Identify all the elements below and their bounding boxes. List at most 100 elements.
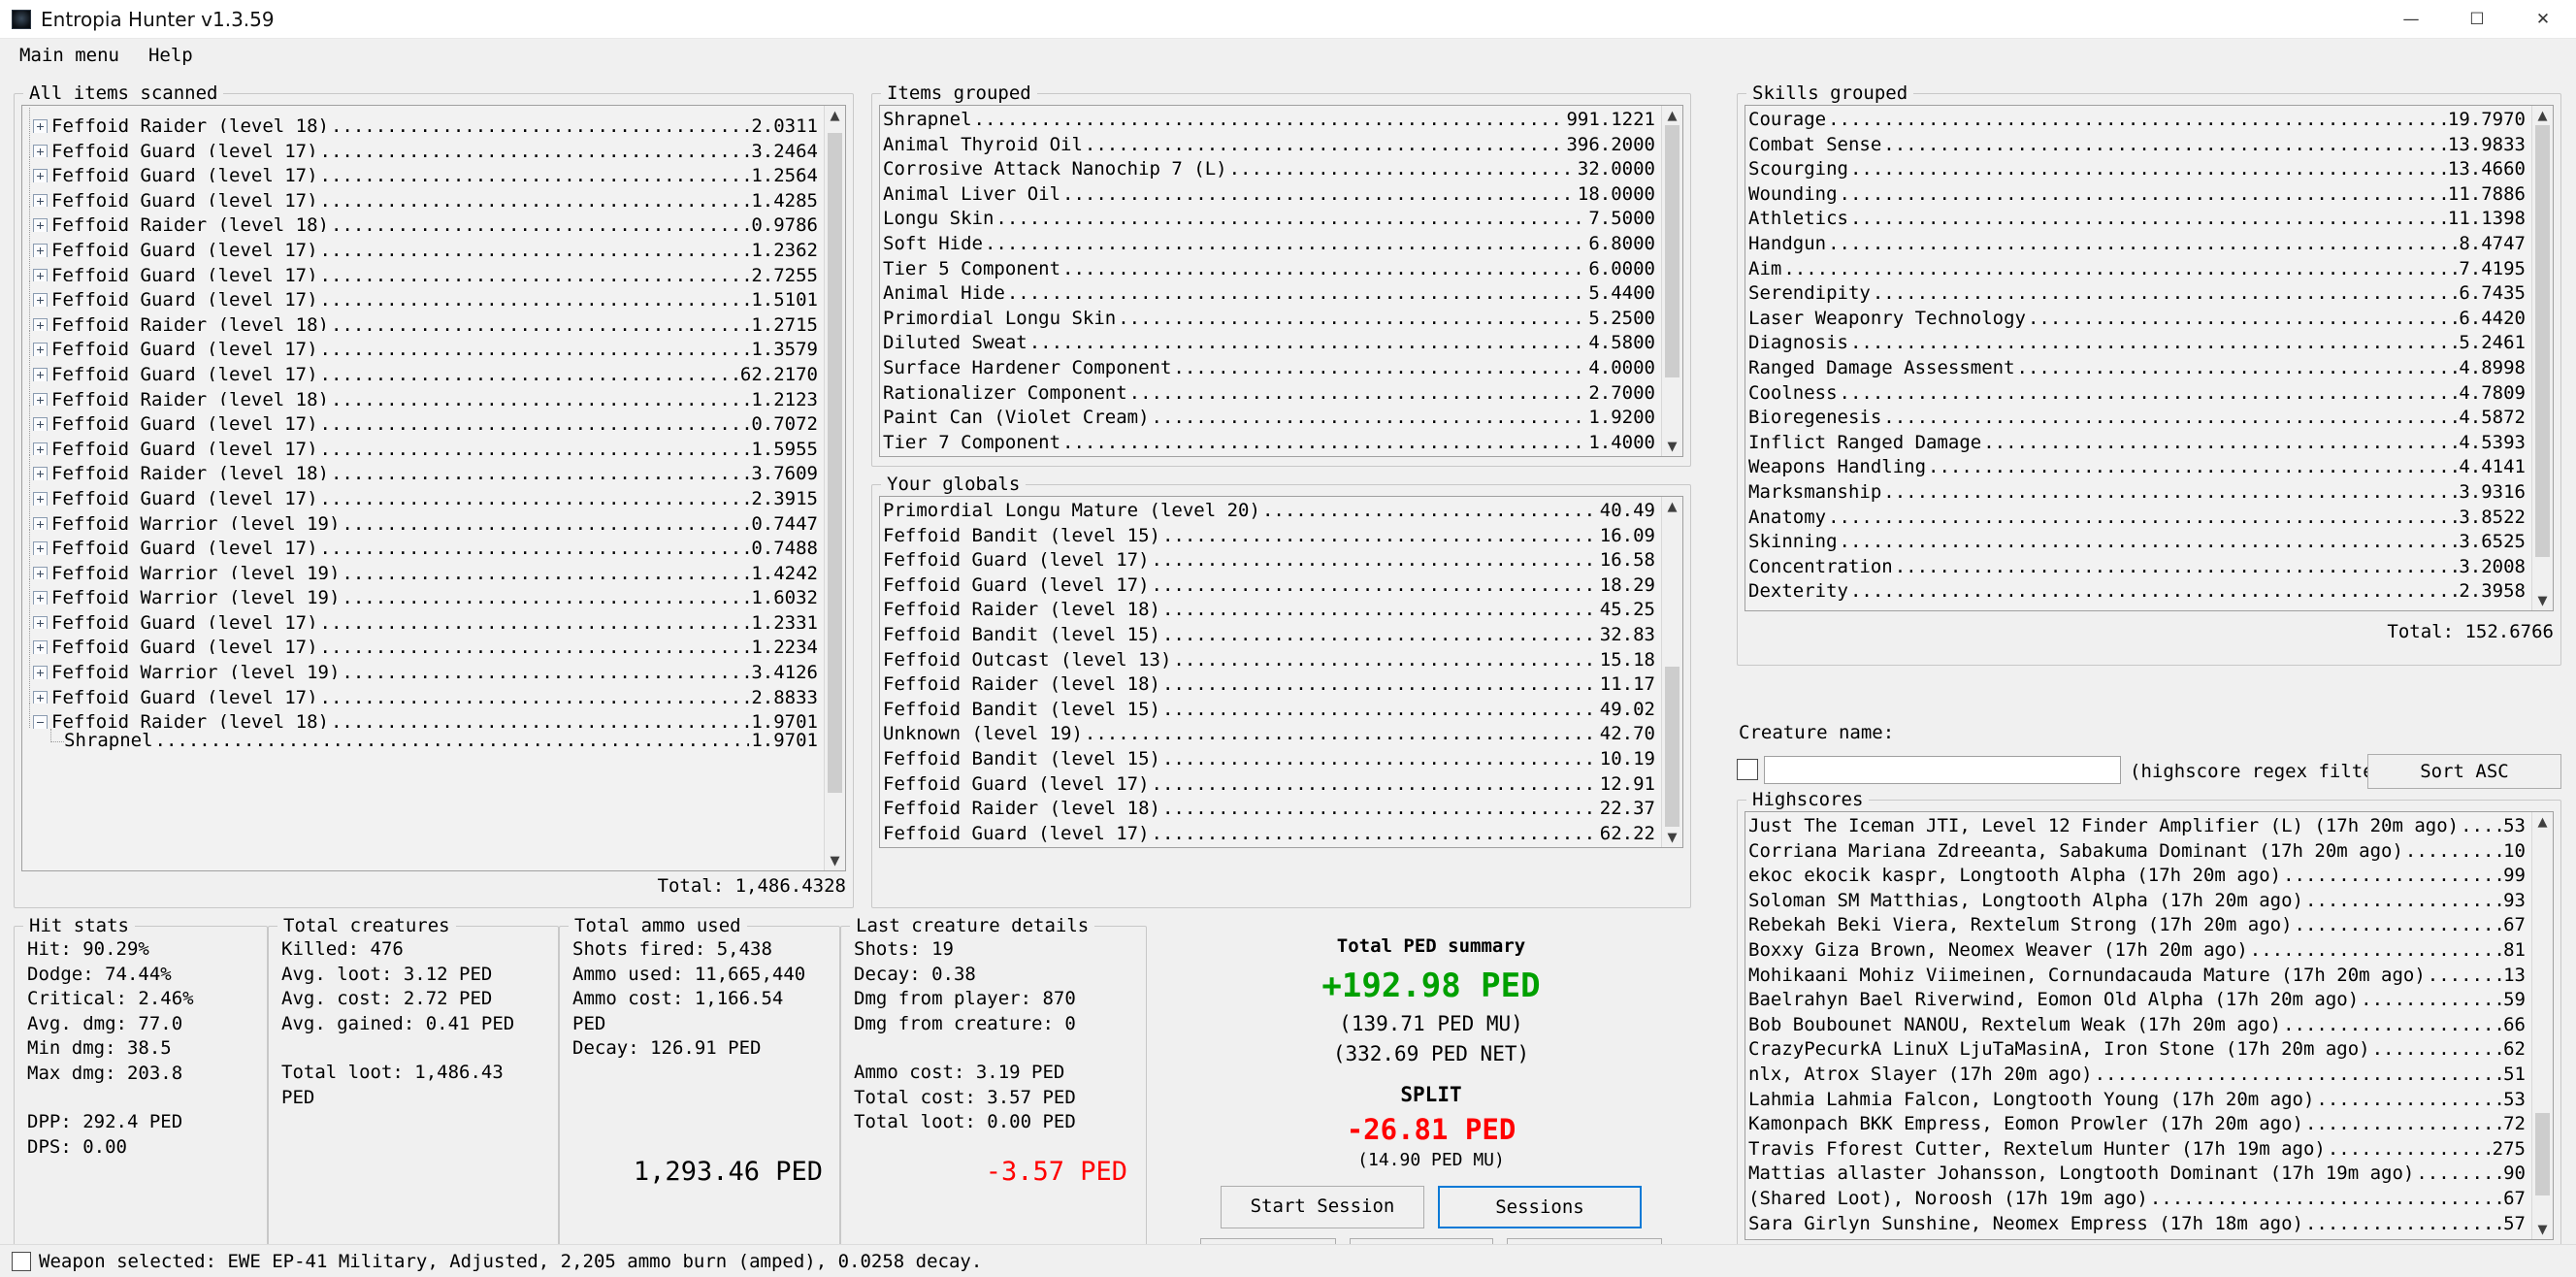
- tree-expand-icon[interactable]: [33, 169, 48, 182]
- scroll-thumb[interactable]: [828, 133, 842, 793]
- minimize-button[interactable]: —: [2378, 0, 2444, 38]
- sort-asc-button[interactable]: Sort ASC: [2367, 754, 2561, 789]
- scroll-thumb[interactable]: [2535, 125, 2550, 557]
- list-row[interactable]: Animal Liver Oil........................…: [883, 182, 1661, 208]
- sessions-button[interactable]: Sessions: [1438, 1186, 1642, 1228]
- scroll-thumb[interactable]: [2535, 1113, 2550, 1195]
- start-session-button[interactable]: Start Session: [1221, 1186, 1424, 1228]
- list-row[interactable]: Feffoid Raider (level 18) ..............…: [883, 598, 1661, 623]
- scroll-up-icon[interactable]: ▲: [2532, 812, 2554, 832]
- tree-row[interactable]: Feffoid Guard (level 17) ...............…: [25, 132, 824, 158]
- tree-row[interactable]: Shrapnel ...............................…: [25, 728, 824, 754]
- list-row[interactable]: Feffoid Outcast (level 13) .............…: [883, 648, 1661, 673]
- all-items-scanned-list[interactable]: Feffoid Raider (level 18) ..............…: [21, 105, 846, 871]
- tree-expand-icon[interactable]: [33, 591, 48, 605]
- list-row[interactable]: Aim.....................................…: [1748, 257, 2531, 282]
- scroll-track[interactable]: [825, 125, 845, 851]
- list-row[interactable]: Concentration...........................…: [1748, 555, 2531, 580]
- list-row[interactable]: Ranged Damage Assessment................…: [1748, 356, 2531, 381]
- tree-row[interactable]: Feffoid Guard (level 17) ...............…: [25, 256, 824, 282]
- scrollbar-vertical[interactable]: ▲ ▼: [824, 106, 845, 870]
- scrollbar-vertical[interactable]: ▲ ▼: [2531, 106, 2553, 610]
- list-row[interactable]: Boxxy Giza Brown, Neomex Weaver (17h 20m…: [1748, 938, 2531, 964]
- tree-expand-icon[interactable]: [33, 193, 48, 208]
- list-row[interactable]: Unknown (level 19) .....................…: [883, 722, 1661, 747]
- list-row[interactable]: Bob Boubounet NANOU, Rextelum Weak (17h …: [1748, 1013, 2531, 1038]
- list-body[interactable]: Shrapnel................................…: [880, 106, 1661, 456]
- list-row[interactable]: Athletics...............................…: [1748, 207, 2531, 232]
- tree-row[interactable]: Feffoid Guard (level 17) ...............…: [25, 629, 824, 655]
- list-row[interactable]: Mattias allaster Johansson, Longtooth Do…: [1748, 1162, 2531, 1187]
- list-row[interactable]: Inflict Ranged Damage...................…: [1748, 431, 2531, 456]
- list-row[interactable]: Corrosive Attack Nanochip 7 (L).........…: [883, 157, 1661, 182]
- list-row[interactable]: Primordial Longu Skin...................…: [883, 307, 1661, 332]
- tree-expand-icon[interactable]: [33, 615, 48, 630]
- list-row[interactable]: CrazyPecurkA LinuX LjuTaMasinA, Iron Sto…: [1748, 1037, 2531, 1063]
- list-row[interactable]: Soft Hide...............................…: [883, 232, 1661, 257]
- creature-filter-checkbox[interactable]: [1737, 759, 1758, 780]
- tree-row[interactable]: Feffoid Guard (level 17) ...............…: [25, 231, 824, 257]
- list-row[interactable]: Diluted Sweat...........................…: [883, 331, 1661, 356]
- list-row[interactable]: Lahmia Lahmia Falcon, Longtooth Young (1…: [1748, 1088, 2531, 1113]
- list-row[interactable]: Feffoid Bandit (level 15) ..............…: [883, 747, 1661, 772]
- tree-row[interactable]: Feffoid Guard (level 17) ...............…: [25, 181, 824, 208]
- close-button[interactable]: ✕: [2510, 0, 2576, 38]
- tree-expand-icon[interactable]: [33, 367, 48, 381]
- scroll-track[interactable]: [2532, 125, 2553, 591]
- list-row[interactable]: Laser Weaponry Technology...............…: [1748, 307, 2531, 332]
- scroll-up-icon[interactable]: ▲: [2532, 106, 2554, 125]
- list-row[interactable]: Baelrahyn Bael Riverwind, Eomon Old Alph…: [1748, 988, 2531, 1013]
- list-row[interactable]: Sara Girlyn Sunshine, Neomex Empress (17…: [1748, 1212, 2531, 1237]
- tree-row[interactable]: Feffoid Warrior (level 19) .............…: [25, 579, 824, 605]
- scroll-track[interactable]: [2532, 832, 2553, 1220]
- tree-expand-icon[interactable]: [33, 392, 48, 407]
- tree-row[interactable]: Feffoid Raider (level 18) ..............…: [25, 108, 824, 133]
- list-body[interactable]: Just The Iceman JTI, Level 12 Finder Amp…: [1745, 812, 2531, 1239]
- list-row[interactable]: Paint Can (Violet Cream)................…: [883, 406, 1661, 431]
- list-row[interactable]: Surface Hardener Component..............…: [883, 356, 1661, 381]
- list-row[interactable]: Tier 7 Component........................…: [883, 431, 1661, 456]
- tree-expand-icon[interactable]: [33, 491, 48, 506]
- list-row[interactable]: Marksmanship............................…: [1748, 480, 2531, 506]
- maximize-button[interactable]: ☐: [2444, 0, 2510, 38]
- tree-row[interactable]: Feffoid Guard (level 17) ...............…: [25, 281, 824, 307]
- tree-expand-icon[interactable]: [33, 541, 48, 555]
- list-row[interactable]: Animal Thyroid Oil......................…: [883, 133, 1661, 158]
- list-row[interactable]: Feffoid Guard (level 17) ...............…: [883, 573, 1661, 599]
- list-row[interactable]: Rationalizer Component..................…: [883, 381, 1661, 407]
- list-row[interactable]: Shrapnel................................…: [883, 108, 1661, 133]
- tree-row[interactable]: Feffoid Guard (level 17) ...............…: [25, 157, 824, 182]
- tree-expand-icon[interactable]: [33, 666, 48, 679]
- tree-row[interactable]: Feffoid Guard (level 17) ...............…: [25, 530, 824, 555]
- tree-row[interactable]: Feffoid Raider (level 18) ..............…: [25, 306, 824, 332]
- list-row[interactable]: Kamonpach BKK Empress, Eomon Prowler (17…: [1748, 1112, 2531, 1137]
- tree-expand-icon[interactable]: [33, 268, 48, 282]
- tree-collapse-icon[interactable]: [33, 715, 48, 729]
- items-grouped-list[interactable]: Shrapnel................................…: [879, 105, 1683, 457]
- tree-row[interactable]: Feffoid Warrior (level 19) .............…: [25, 554, 824, 580]
- list-row[interactable]: Corriana Mariana Zdreeanta, Sabakuma Dom…: [1748, 839, 2531, 865]
- list-row[interactable]: Weapons Handling........................…: [1748, 455, 2531, 480]
- tree-row[interactable]: Feffoid Warrior (level 19) .............…: [25, 505, 824, 531]
- tree-row[interactable]: Feffoid Warrior (level 19) .............…: [25, 654, 824, 679]
- list-row[interactable]: Feffoid Guard (level 17) ...............…: [883, 548, 1661, 573]
- tree-row[interactable]: Feffoid Raider (level 18) ..............…: [25, 380, 824, 407]
- creature-name-input[interactable]: [1764, 756, 2121, 784]
- tree-row[interactable]: Feffoid Guard (level 17) ...............…: [25, 678, 824, 704]
- list-row[interactable]: Bioregenesis............................…: [1748, 406, 2531, 431]
- list-row[interactable]: Rebekah Beki Viera, Rextelum Strong (17h…: [1748, 913, 2531, 938]
- list-row[interactable]: Just The Iceman JTI, Level 12 Finder Amp…: [1748, 814, 2531, 839]
- scroll-down-icon[interactable]: ▼: [825, 851, 846, 870]
- list-row[interactable]: Soloman SM Matthias, Longtooth Alpha (17…: [1748, 889, 2531, 914]
- tree-row[interactable]: Feffoid Guard (level 17) ...............…: [25, 479, 824, 506]
- your-globals-list[interactable]: Primordial Longu Mature (level 20) .....…: [879, 496, 1683, 848]
- scroll-down-icon[interactable]: ▼: [1662, 437, 1683, 456]
- tree-row[interactable]: Feffoid Guard (level 17) ...............…: [25, 355, 824, 381]
- tree-expand-icon[interactable]: [33, 317, 48, 332]
- list-row[interactable]: Scourging...............................…: [1748, 157, 2531, 182]
- scroll-up-icon[interactable]: ▲: [1662, 497, 1683, 516]
- scroll-track[interactable]: [1662, 516, 1682, 828]
- list-row[interactable]: Animal Hide.............................…: [883, 281, 1661, 307]
- tree-expand-icon[interactable]: [33, 690, 48, 704]
- tree-expand-icon[interactable]: [33, 566, 48, 580]
